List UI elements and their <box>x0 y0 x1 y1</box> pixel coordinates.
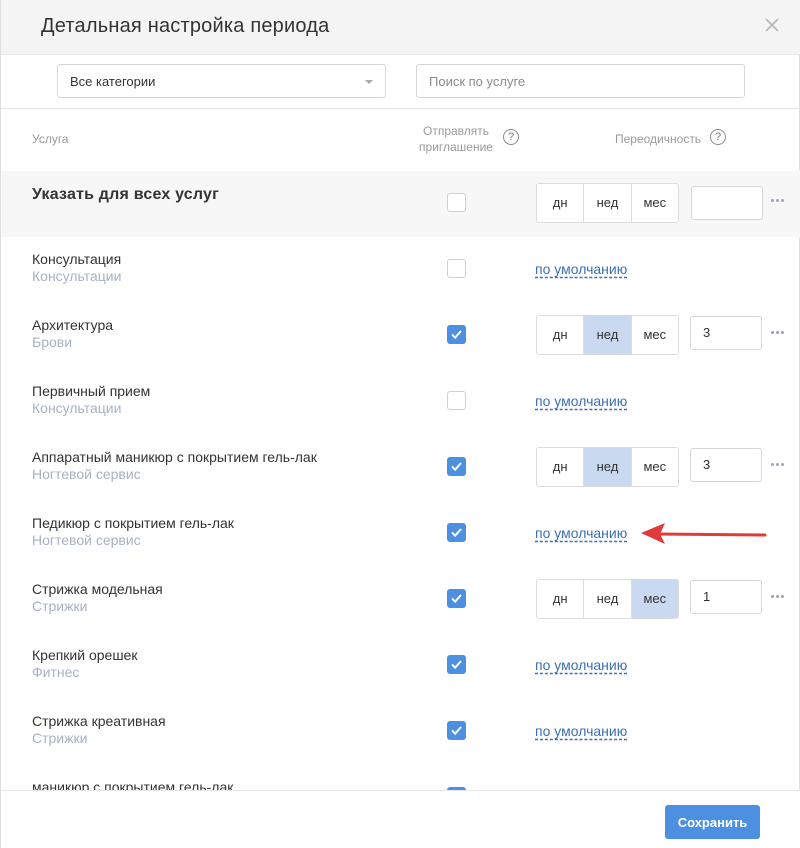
close-icon[interactable] <box>763 16 781 34</box>
service-name: Стрижка модельная <box>32 581 163 597</box>
all-services-period-value[interactable] <box>691 186 763 220</box>
checkmark-icon <box>451 660 462 670</box>
checkmark-icon <box>451 726 462 736</box>
dialog-title: Детальная настройка периода <box>41 15 330 37</box>
period-value-input[interactable]: 1 <box>690 580 762 614</box>
checkmark-icon <box>451 330 462 340</box>
period-option-day[interactable]: дн <box>537 184 585 222</box>
chevron-down-icon <box>365 80 373 84</box>
send-invite-checkbox[interactable] <box>447 325 466 344</box>
checkmark-icon <box>451 594 462 604</box>
period-settings-dialog: Детальная настройка периода Все категори… <box>0 0 800 848</box>
period-value-input[interactable]: 3 <box>690 316 762 350</box>
checkmark-icon <box>451 528 462 538</box>
filters-bar: Все категории <box>1 55 800 109</box>
period-option-day[interactable]: дн <box>537 316 585 354</box>
column-send-invite: Отправлять приглашение <box>419 124 493 154</box>
all-services-invite-checkbox[interactable] <box>447 193 466 212</box>
more-options-icon[interactable] <box>770 594 786 600</box>
default-period-link[interactable]: по умолчанию <box>535 261 627 277</box>
dialog-header: Детальная настройка периода <box>1 0 800 55</box>
service-search-input[interactable] <box>416 64 745 98</box>
period-unit-selector[interactable]: дн нед мес <box>536 315 679 355</box>
period-option-day[interactable]: дн <box>537 448 585 486</box>
period-option-week[interactable]: нед <box>584 448 632 486</box>
checkmark-icon <box>451 462 462 472</box>
service-category: Консультации <box>32 268 122 284</box>
period-value-input[interactable]: 3 <box>690 448 762 482</box>
service-row: Консультация Консультации по умолчанию <box>1 237 800 303</box>
category-select[interactable]: Все категории <box>57 64 386 98</box>
service-name: Консультация <box>32 251 122 267</box>
all-services-period-unit[interactable]: дн нед мес <box>536 183 679 223</box>
default-period-link[interactable]: по умолчанию <box>535 393 627 409</box>
all-services-label: Указать для всех услуг <box>32 186 219 203</box>
period-option-month[interactable]: мес <box>632 316 678 354</box>
send-invite-checkbox[interactable] <box>447 523 466 542</box>
service-row: Архитектура Брови дн нед мес 3 <box>1 303 800 369</box>
invite-help-icon[interactable]: ? <box>503 129 519 145</box>
service-category: Стрижки <box>32 598 88 614</box>
service-row: Первичный прием Консультации по умолчани… <box>1 369 800 435</box>
send-invite-checkbox[interactable] <box>447 391 466 410</box>
send-invite-checkbox[interactable] <box>447 259 466 278</box>
service-name: Педикюр с покрытием гель-лак <box>32 515 234 531</box>
service-name: Первичный прием <box>32 383 151 399</box>
period-option-day[interactable]: дн <box>537 580 585 618</box>
column-periodicity: Переодичность <box>615 132 702 146</box>
period-option-week[interactable]: нед <box>584 580 632 618</box>
more-options-icon[interactable] <box>770 198 786 204</box>
service-category: Стрижки <box>32 730 88 746</box>
send-invite-checkbox[interactable] <box>447 721 466 740</box>
service-row: Аппаратный маникюр с покрытием гель-лак … <box>1 435 800 501</box>
send-invite-checkbox[interactable] <box>447 655 466 674</box>
table-header: Услуга Отправлять приглашение Переодично… <box>1 109 800 171</box>
default-period-link[interactable]: по умолчанию <box>535 525 627 541</box>
more-options-icon[interactable] <box>770 330 786 336</box>
send-invite-checkbox[interactable] <box>447 457 466 476</box>
annotation-arrow-icon <box>641 523 767 544</box>
save-button[interactable]: Сохранить <box>665 805 760 839</box>
service-name: Аппаратный маникюр с покрытием гель-лак <box>32 449 317 465</box>
send-invite-checkbox[interactable] <box>447 589 466 608</box>
service-category: Брови <box>32 334 73 350</box>
more-options-icon[interactable] <box>770 462 786 468</box>
service-category: Ногтевой сервис <box>32 532 141 548</box>
service-name: Крепкий орешек <box>32 647 138 663</box>
period-option-month[interactable]: мес <box>632 184 678 222</box>
category-select-value: Все категории <box>70 74 156 89</box>
period-option-week[interactable]: нед <box>584 184 632 222</box>
default-period-link[interactable]: по умолчанию <box>535 657 627 673</box>
period-unit-selector[interactable]: дн нед мес <box>536 579 679 619</box>
service-row: Стрижка модельная Стрижки дн нед мес 1 <box>1 567 800 633</box>
service-row: Крепкий орешек Фитнес по умолчанию <box>1 633 800 699</box>
periodicity-help-icon[interactable]: ? <box>710 129 726 145</box>
service-row: Стрижка креативная Стрижки по умолчанию <box>1 699 800 765</box>
all-services-row: Указать для всех услуг дн нед мес <box>1 171 800 237</box>
period-option-month[interactable]: мес <box>632 448 678 486</box>
column-service: Услуга <box>32 132 69 146</box>
service-name: Стрижка креативная <box>32 713 166 729</box>
default-period-link[interactable]: по умолчанию <box>535 723 627 739</box>
service-name: Архитектура <box>32 317 114 333</box>
dialog-footer: Сохранить <box>1 790 800 848</box>
period-unit-selector[interactable]: дн нед мес <box>536 447 679 487</box>
period-option-month[interactable]: мес <box>631 580 678 618</box>
period-option-week[interactable]: нед <box>584 316 632 354</box>
service-category: Ногтевой сервис <box>32 466 141 482</box>
service-category: Консультации <box>32 400 122 416</box>
service-category: Фитнес <box>32 664 80 680</box>
